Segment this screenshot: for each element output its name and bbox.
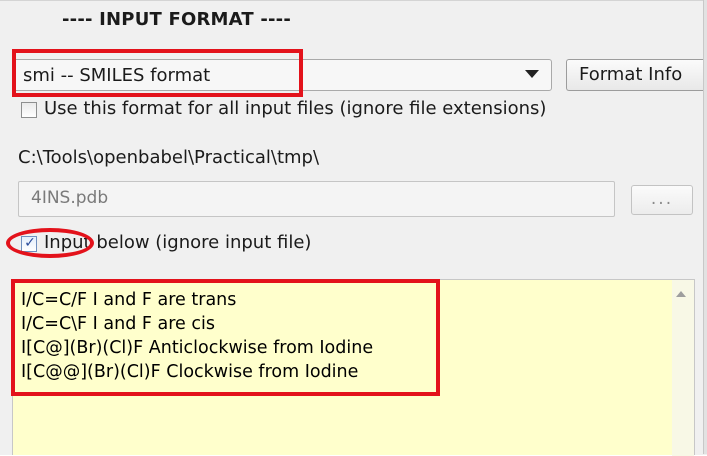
input-line: I/C=C/F I and F are trans <box>21 290 237 310</box>
format-info-button[interactable]: Format Info <box>566 59 707 91</box>
browse-button[interactable]: ... <box>631 185 693 215</box>
input-textarea[interactable]: I/C=C/F I and F are trans I/C=C\F I and … <box>12 279 695 456</box>
input-directory-label: C:\Tools\openbabel\Practical\tmp\ <box>18 147 320 168</box>
chevron-down-icon <box>525 70 539 78</box>
input-filename-field[interactable]: 4INS.pdb <box>18 181 615 217</box>
section-title: ---- INPUT FORMAT ---- <box>62 9 291 30</box>
input-line: I[C@](Br)(Cl)F Anticlockwise from Iodine <box>21 338 374 358</box>
scroll-up-arrow-icon[interactable] <box>676 291 686 297</box>
input-text-lines: I/C=C/F I and F are trans I/C=C\F I and … <box>21 288 373 384</box>
vertical-scrollbar[interactable] <box>672 280 694 456</box>
use-format-all-label: Use this format for all input files (ign… <box>44 98 547 119</box>
format-select[interactable]: smi -- SMILES format <box>12 59 552 91</box>
input-below-checkbox[interactable]: ✓ <box>21 235 37 252</box>
check-icon: ✓ <box>24 235 36 251</box>
window-edge <box>703 0 707 454</box>
format-select-value: smi -- SMILES format <box>23 65 211 86</box>
use-format-all-checkbox[interactable] <box>21 102 37 118</box>
input-line: I/C=C\F I and F are cis <box>21 314 215 334</box>
input-below-label: Input below (ignore input file) <box>44 232 312 253</box>
input-format-panel: ---- INPUT FORMAT ---- smi -- SMILES for… <box>0 0 707 456</box>
input-line: I[C@@](Br)(Cl)F Clockwise from Iodine <box>21 362 359 382</box>
